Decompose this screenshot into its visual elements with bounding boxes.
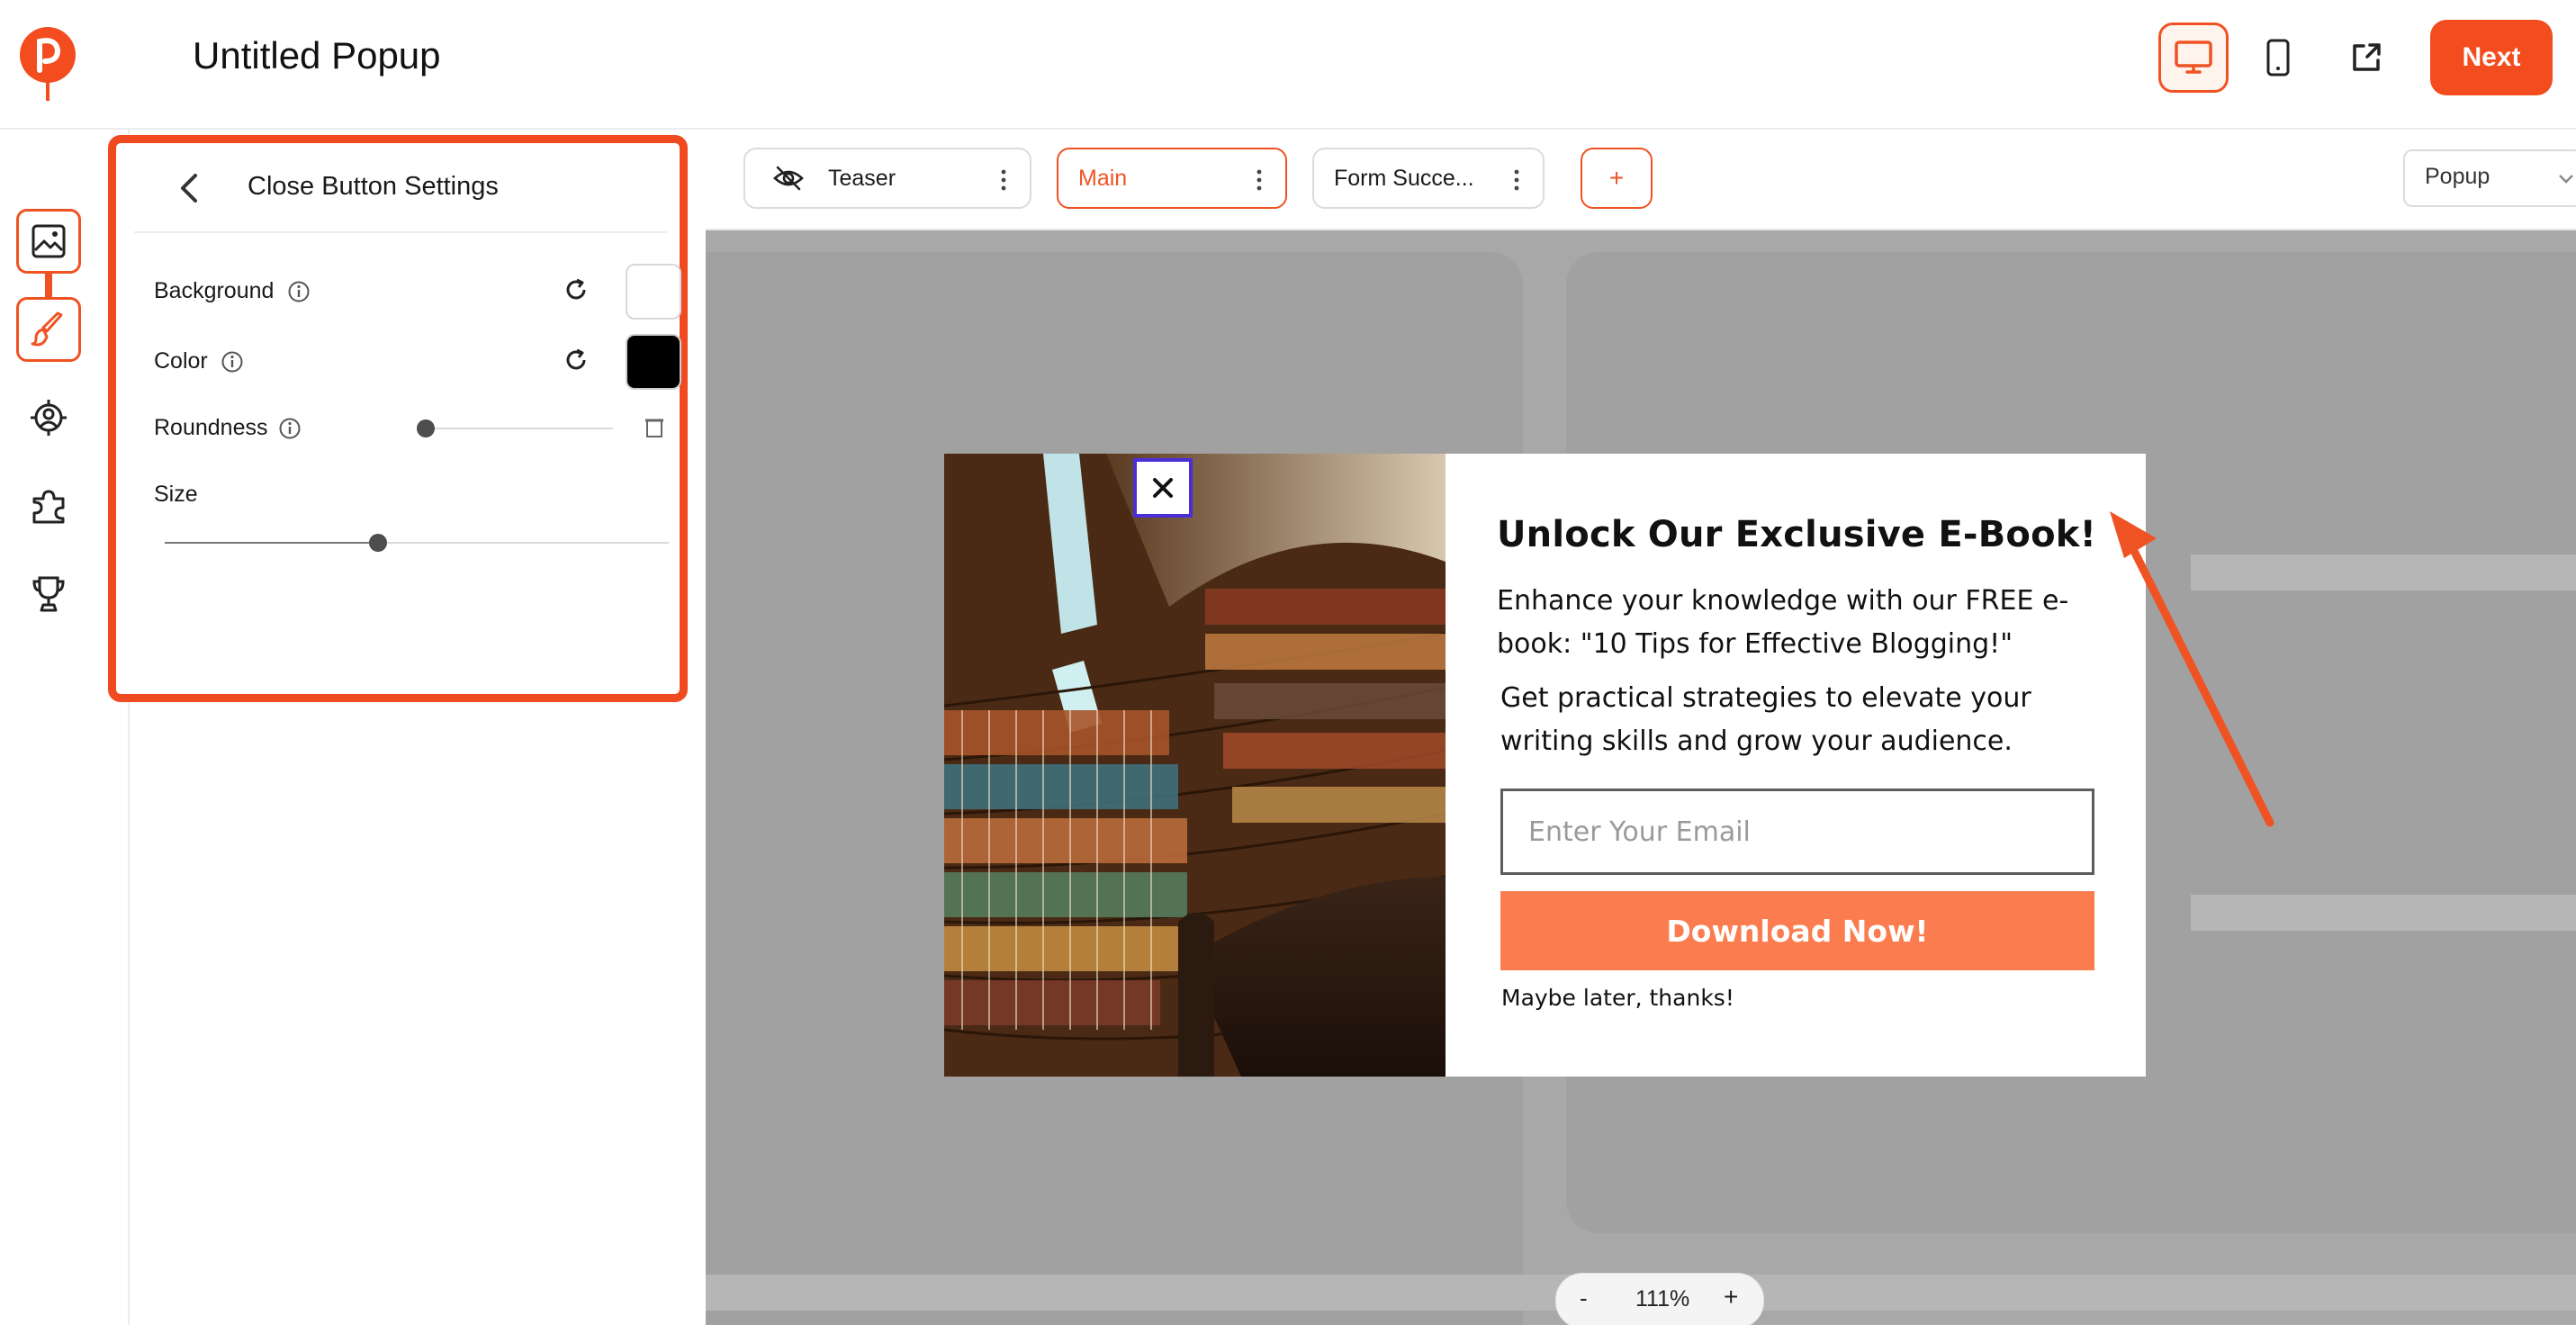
library-shelves-illustration [944, 454, 1446, 1077]
tab-form-success[interactable]: Form Succe... [1312, 148, 1545, 209]
maybe-later-link[interactable]: Maybe later, thanks! [1501, 981, 1734, 1015]
brush-icon [31, 311, 63, 347]
popup-heading: Unlock Our Exclusive E-Book! [1497, 514, 2097, 555]
puzzle-icon [32, 490, 65, 524]
background-label: Background [154, 278, 275, 303]
kebab-menu-icon[interactable] [1514, 169, 1519, 191]
roundness-slider-handle[interactable] [417, 419, 435, 437]
rail-goals-button[interactable] [16, 562, 81, 626]
open-preview-button[interactable] [2331, 23, 2401, 93]
chevron-down-icon [2559, 175, 2573, 184]
download-button[interactable]: Download Now! [1500, 891, 2094, 970]
zoom-control: - 111% + [1555, 1273, 1764, 1325]
page-title: Untitled Popup [193, 34, 441, 77]
corner-radius-icon [645, 419, 663, 437]
mobile-icon [2266, 39, 2290, 77]
kebab-menu-icon[interactable] [1256, 169, 1262, 191]
zoom-out-button[interactable]: - [1580, 1284, 1588, 1312]
color-info-icon[interactable] [221, 350, 244, 374]
size-label: Size [154, 482, 198, 507]
steps-tab-bar: Teaser Main Form Succe... + Popup [706, 130, 2576, 230]
roundness-slider-track[interactable] [424, 428, 613, 429]
roundness-info-icon[interactable] [278, 417, 302, 440]
background-color-swatch[interactable] [626, 264, 681, 320]
desktop-preview-button[interactable] [2158, 23, 2229, 93]
background-info-icon[interactable] [287, 280, 311, 303]
size-slider-fill [165, 542, 377, 544]
back-chevron-icon[interactable] [172, 170, 208, 206]
rail-image-button[interactable] [16, 209, 81, 274]
tab-main[interactable]: Main [1057, 148, 1287, 209]
zoom-level: 111% [1635, 1286, 1690, 1311]
annotation-arrow [2110, 511, 2274, 827]
zoom-in-button[interactable]: + [1724, 1283, 1738, 1311]
size-slider-handle[interactable] [369, 534, 387, 552]
close-icon [1153, 478, 1173, 498]
close-button-settings-panel: Close Button Settings Background Color R… [108, 135, 688, 702]
tab-teaser[interactable]: Teaser [743, 148, 1031, 209]
display-type-value: Popup [2425, 164, 2490, 189]
rail-connector [45, 272, 52, 297]
top-header: Untitled Popup Next [0, 0, 2576, 130]
brand-logo[interactable] [18, 25, 77, 103]
trophy-icon [32, 576, 65, 612]
popup-description-1: Enhance your knowledge with our FREE e-b… [1497, 585, 2069, 660]
rail-integrations-button[interactable] [16, 473, 81, 538]
external-link-icon [2353, 43, 2381, 71]
popup-description-2: Get practical strategies to elevate your… [1500, 682, 2031, 757]
add-step-button[interactable]: + [1581, 148, 1653, 209]
email-input[interactable] [1500, 789, 2094, 875]
tab-main-label: Main [1078, 165, 1128, 191]
image-icon [32, 224, 66, 258]
color-reset-icon[interactable] [563, 347, 590, 374]
library-image [944, 454, 1446, 1077]
mobile-preview-button[interactable] [2243, 23, 2313, 93]
eye-off-icon[interactable] [772, 165, 805, 192]
app-root: Untitled Popup Next Close Button Setting… [0, 0, 2576, 1325]
color-swatch[interactable] [626, 334, 681, 390]
popup-close-button[interactable] [1133, 458, 1193, 518]
next-button[interactable]: Next [2430, 20, 2553, 95]
background-reset-icon[interactable] [563, 276, 590, 303]
display-type-select[interactable]: Popup [2403, 149, 2576, 207]
color-label: Color [154, 348, 208, 374]
kebab-menu-icon[interactable] [1001, 169, 1006, 191]
tab-form-success-label: Form Succe... [1334, 165, 1474, 191]
desktop-icon [2175, 41, 2212, 74]
rail-targeting-button[interactable] [16, 385, 81, 450]
rail-style-button[interactable] [16, 297, 81, 362]
roundness-label: Roundness [154, 415, 268, 440]
tab-teaser-label: Teaser [828, 165, 896, 191]
target-icon [31, 400, 67, 436]
ghost-strip [2191, 895, 2576, 931]
panel-title: Close Button Settings [248, 172, 499, 201]
